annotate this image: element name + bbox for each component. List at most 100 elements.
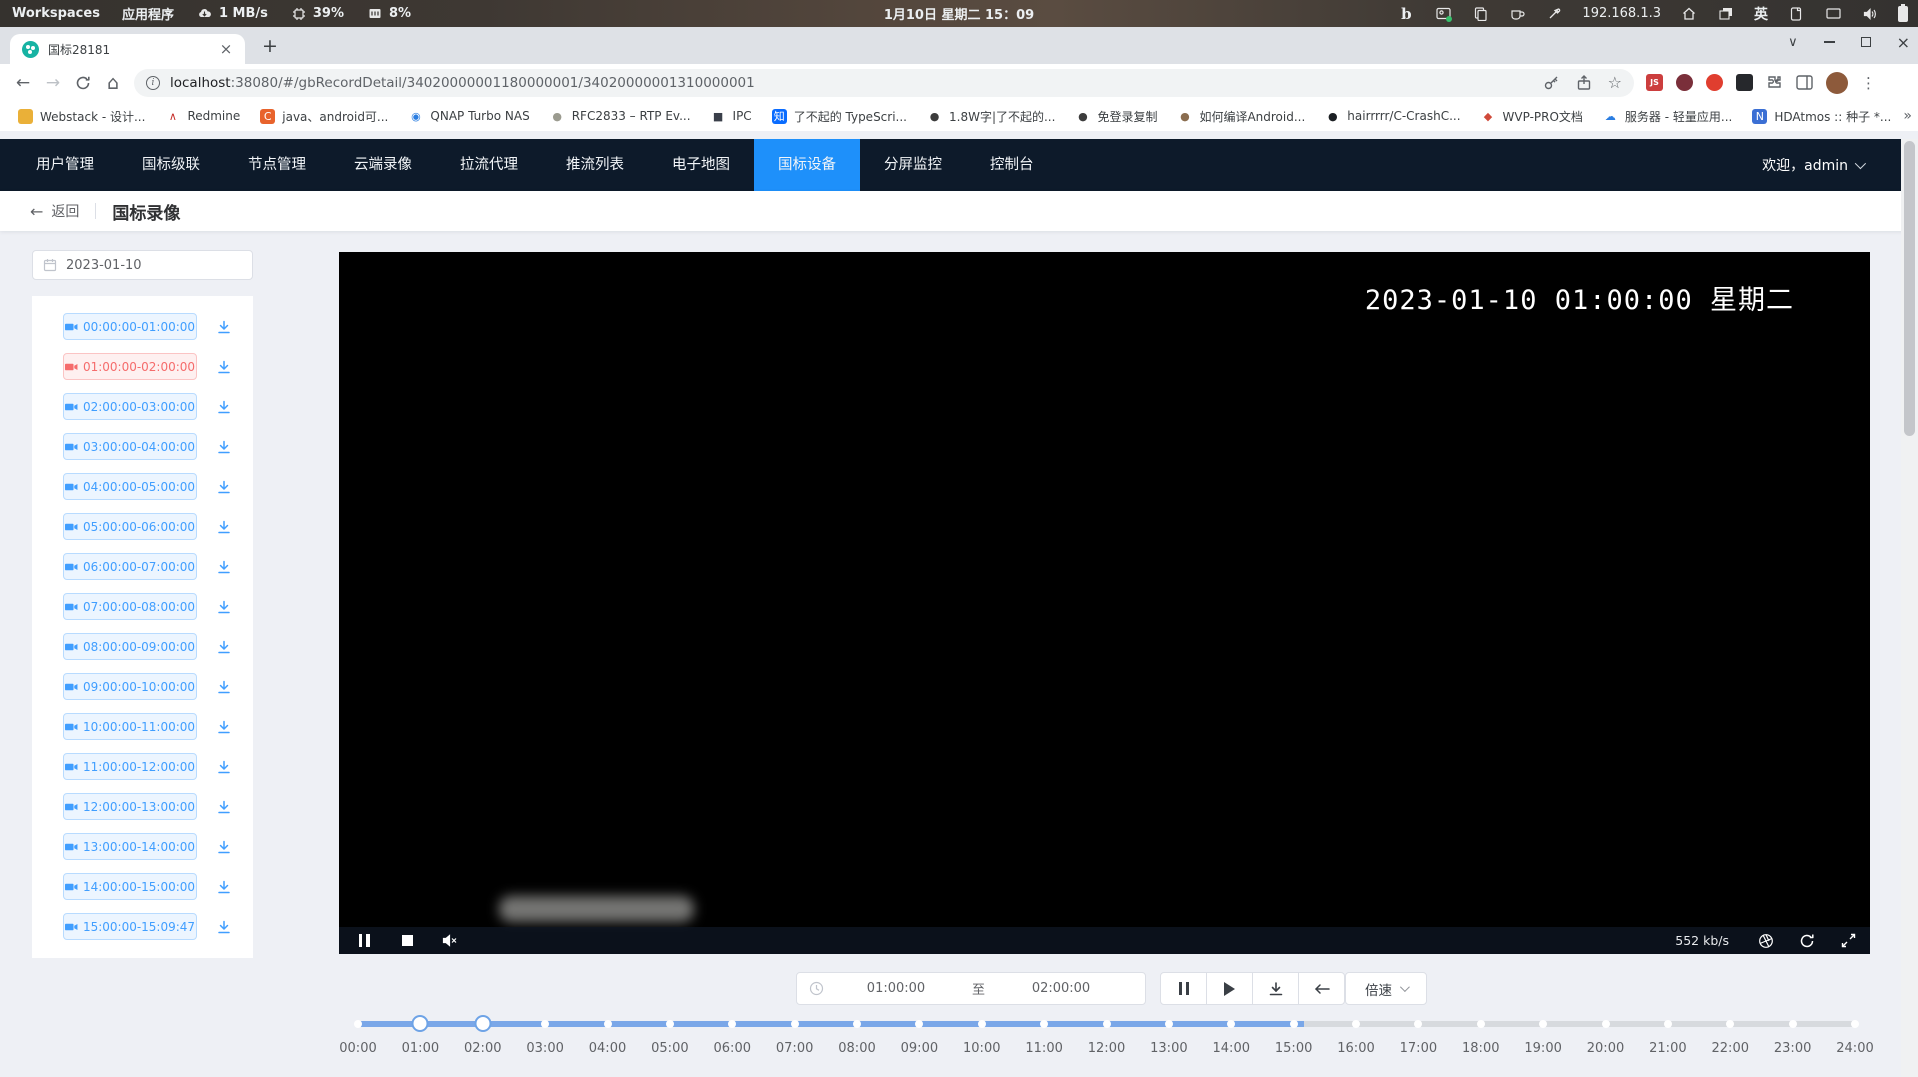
bookmark-item[interactable]: ◆ WVP-PRO文档 bbox=[1473, 105, 1591, 128]
window-minimize-button[interactable] bbox=[1824, 41, 1835, 43]
puzzle-extensions-icon[interactable] bbox=[1766, 74, 1783, 91]
phone-tray-icon[interactable] bbox=[1787, 5, 1805, 23]
network-speed-indicator[interactable]: 1 MB/s bbox=[196, 5, 268, 23]
speed-dropdown-button[interactable]: 倍速 bbox=[1345, 972, 1427, 1005]
bookmark-item[interactable]: ● 免登录复制 bbox=[1067, 105, 1165, 128]
reload-button[interactable] bbox=[68, 68, 98, 98]
nav-item-1[interactable]: 控制台 bbox=[966, 139, 1058, 191]
extension-icon[interactable] bbox=[1676, 74, 1693, 91]
nav-item-4[interactable]: 电子地图 bbox=[648, 139, 754, 191]
nav-item-6[interactable]: 拉流代理 bbox=[436, 139, 542, 191]
segment-chip[interactable]: 08:00:00-09:00:00 bbox=[63, 633, 197, 660]
nav-item-10[interactable]: 用户管理 bbox=[12, 139, 118, 191]
segment-chip[interactable]: 13:00:00-14:00:00 bbox=[63, 833, 197, 860]
bookmark-item[interactable]: Webstack - 设计... bbox=[10, 105, 153, 128]
bookmark-item[interactable]: ● 如何编译Android... bbox=[1169, 105, 1313, 128]
segment-chip[interactable]: 05:00:00-06:00:00 bbox=[63, 513, 197, 540]
nav-item-9[interactable]: 国标级联 bbox=[118, 139, 224, 191]
back-link[interactable]: ← 返回 bbox=[30, 201, 79, 221]
download-segment-button[interactable] bbox=[216, 879, 232, 895]
js-extension-icon[interactable]: JS bbox=[1646, 74, 1663, 91]
download-segment-button[interactable] bbox=[216, 479, 232, 495]
segment-chip[interactable]: 09:00:00-10:00:00 bbox=[63, 673, 197, 700]
download-segment-button[interactable] bbox=[216, 639, 232, 655]
download-segment-button[interactable] bbox=[216, 319, 232, 335]
forward-button[interactable]: → bbox=[38, 68, 68, 98]
tab-search-chevron[interactable]: ∨ bbox=[1788, 35, 1798, 50]
password-key-icon[interactable] bbox=[1543, 74, 1560, 91]
timeline-track[interactable] bbox=[358, 1021, 1855, 1027]
browser-tab[interactable]: 国标28181 × bbox=[10, 34, 245, 64]
nav-item-2[interactable]: 分屏监控 bbox=[860, 139, 966, 191]
date-picker-input[interactable]: 2023-01-10 bbox=[32, 250, 253, 280]
bookmarks-overflow-chevron[interactable]: » bbox=[1903, 108, 1918, 124]
segment-chip[interactable]: 11:00:00-12:00:00 bbox=[63, 753, 197, 780]
fullscreen-icon[interactable] bbox=[1840, 933, 1856, 949]
download-segment-button[interactable] bbox=[216, 439, 232, 455]
seek-back-button[interactable] bbox=[1298, 972, 1345, 1005]
bookmark-item[interactable]: ● RFC2833 – RTP Ev... bbox=[542, 106, 699, 127]
workspaces-button[interactable]: Workspaces bbox=[12, 6, 100, 21]
volume-tray-icon[interactable] bbox=[1861, 5, 1879, 23]
segment-chip[interactable]: 00:00:00-01:00:00 bbox=[63, 313, 197, 340]
color-picker-tray-icon[interactable] bbox=[1545, 5, 1563, 23]
applications-menu[interactable]: 应用程序 bbox=[122, 4, 174, 23]
clipboard-tray-icon[interactable] bbox=[1471, 5, 1489, 23]
download-segment-button[interactable] bbox=[216, 679, 232, 695]
adblock-extension-icon[interactable] bbox=[1706, 74, 1723, 91]
browser-menu-icon[interactable]: ⋮ bbox=[1861, 74, 1876, 92]
ip-address[interactable]: 192.168.1.3 bbox=[1582, 6, 1661, 21]
player-pause-button[interactable] bbox=[356, 933, 372, 949]
start-time-value[interactable]: 01:00:00 bbox=[824, 981, 968, 996]
download-button[interactable] bbox=[1252, 972, 1299, 1005]
scrollbar-thumb[interactable] bbox=[1904, 141, 1915, 436]
time-range-input[interactable]: 01:00:00 至 02:00:00 bbox=[796, 972, 1146, 1005]
segment-chip[interactable]: 03:00:00-04:00:00 bbox=[63, 433, 197, 460]
snapshot-aperture-icon[interactable] bbox=[1758, 933, 1774, 949]
video-player[interactable]: 2023-01-10 01:00:00 星期二 552 kb/s bbox=[339, 252, 1870, 954]
player-refresh-icon[interactable] bbox=[1799, 933, 1815, 949]
bookmark-star-icon[interactable]: ☆ bbox=[1608, 73, 1622, 92]
download-segment-button[interactable] bbox=[216, 919, 232, 935]
window-close-button[interactable]: × bbox=[1897, 33, 1910, 52]
download-segment-button[interactable] bbox=[216, 799, 232, 815]
site-info-icon[interactable]: i bbox=[146, 76, 160, 90]
nav-item-5[interactable]: 推流列表 bbox=[542, 139, 648, 191]
address-bar[interactable]: i localhost:38080/#/gbRecordDetail/34020… bbox=[134, 69, 1634, 97]
segment-chip[interactable]: 01:00:00-02:00:00 bbox=[63, 353, 197, 380]
segment-chip[interactable]: 06:00:00-07:00:00 bbox=[63, 553, 197, 580]
segment-chip[interactable]: 04:00:00-05:00:00 bbox=[63, 473, 197, 500]
nav-item-7[interactable]: 云端录像 bbox=[330, 139, 436, 191]
bookmark-item[interactable]: ◉ QNAP Turbo NAS bbox=[400, 106, 537, 127]
bookmark-item[interactable]: ∧ Redmine bbox=[157, 106, 248, 127]
bing-tray-icon[interactable]: b bbox=[1397, 5, 1415, 23]
screenshot-tray-icon[interactable] bbox=[1434, 5, 1452, 23]
coffee-tray-icon[interactable] bbox=[1508, 5, 1526, 23]
download-segment-button[interactable] bbox=[216, 399, 232, 415]
profile-avatar[interactable] bbox=[1826, 72, 1848, 94]
download-segment-button[interactable] bbox=[216, 559, 232, 575]
input-method-indicator[interactable]: 英 bbox=[1754, 4, 1768, 24]
player-mute-icon[interactable] bbox=[442, 933, 458, 949]
play-button[interactable] bbox=[1206, 972, 1253, 1005]
segment-chip[interactable]: 07:00:00-08:00:00 bbox=[63, 593, 197, 620]
windows-tray-icon[interactable] bbox=[1717, 5, 1735, 23]
segment-chip[interactable]: 14:00:00-15:00:00 bbox=[63, 873, 197, 900]
user-welcome[interactable]: 欢迎，admin bbox=[1762, 155, 1863, 175]
segment-chip[interactable]: 12:00:00-13:00:00 bbox=[63, 793, 197, 820]
download-segment-button[interactable] bbox=[216, 359, 232, 375]
bookmark-item[interactable]: ● 1.8W字|了不起的... bbox=[919, 105, 1063, 128]
back-button[interactable]: ← bbox=[8, 68, 38, 98]
download-segment-button[interactable] bbox=[216, 719, 232, 735]
bookmark-item[interactable]: N HDAtmos :: 种子 *... bbox=[1744, 105, 1899, 128]
share-icon[interactable] bbox=[1576, 75, 1592, 91]
segment-chip[interactable]: 15:00:00-15:09:47 bbox=[63, 913, 197, 940]
battery-icon[interactable] bbox=[1898, 6, 1908, 22]
bookmark-item[interactable]: ■ IPC bbox=[703, 106, 760, 127]
bookmark-item[interactable]: ☁ 服务器 - 轻量应用... bbox=[1595, 105, 1740, 128]
dark-extension-icon[interactable] bbox=[1736, 74, 1753, 91]
end-time-value[interactable]: 02:00:00 bbox=[989, 981, 1133, 996]
segment-chip[interactable]: 10:00:00-11:00:00 bbox=[63, 713, 197, 740]
bookmark-item[interactable]: 知 了不起的 TypeScri... bbox=[764, 105, 915, 128]
timeline-handle-end[interactable] bbox=[474, 1015, 491, 1032]
